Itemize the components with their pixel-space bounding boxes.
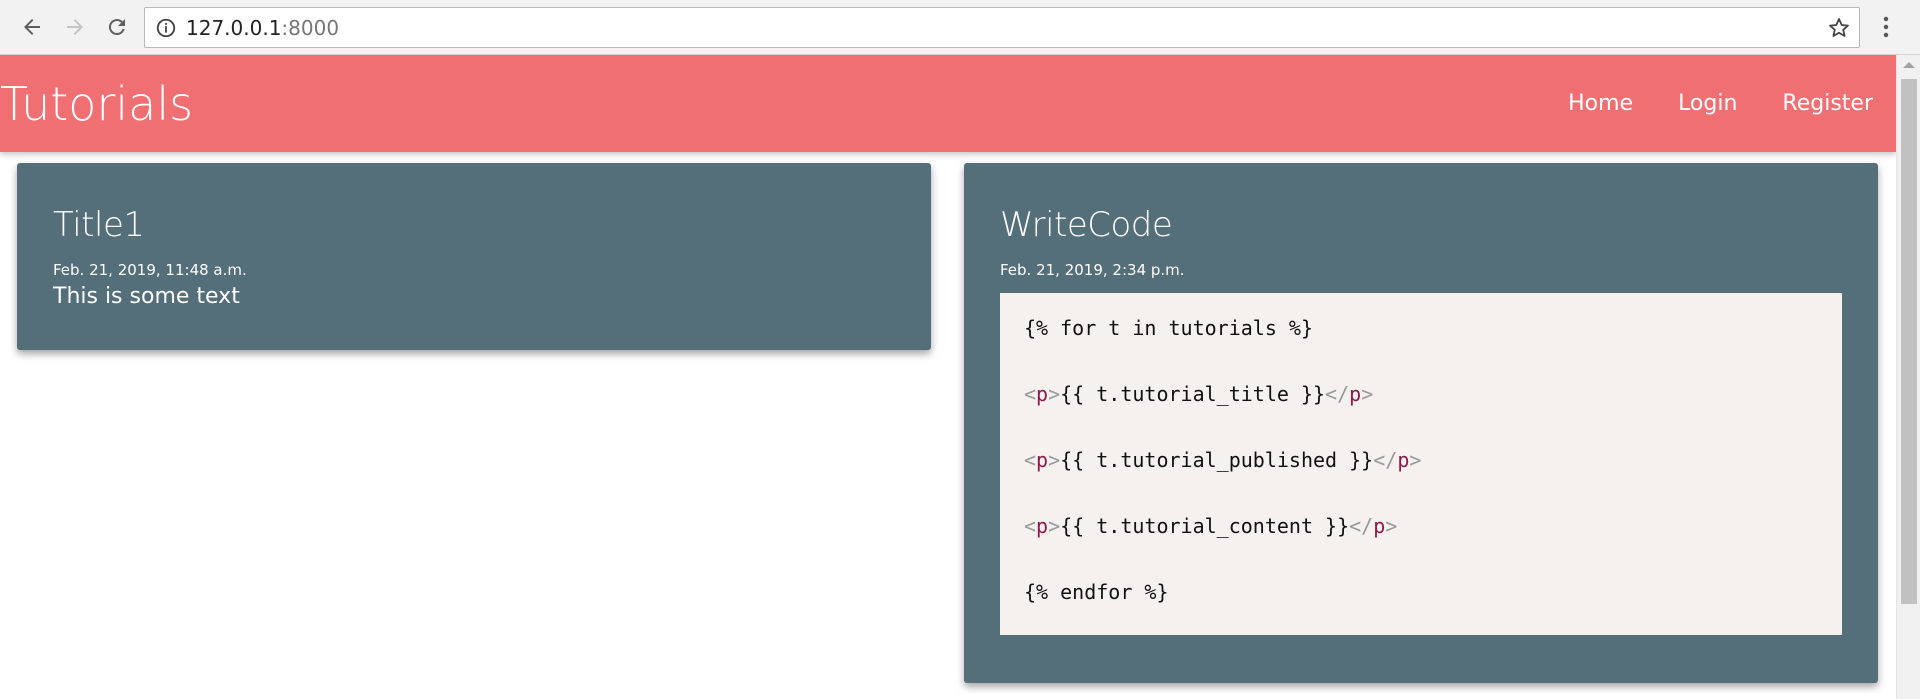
code-line: {% for t in tutorials %} (1024, 316, 1818, 382)
back-arrow-icon (24, 19, 40, 35)
menu-icon[interactable] (1874, 13, 1898, 41)
tag-bracket: < (1024, 382, 1037, 406)
forward-arrow-icon (67, 19, 83, 35)
tag-bracket: < (1024, 448, 1037, 472)
code-text: {{ t.tutorial_content }} (1060, 514, 1350, 538)
tutorial-card: WriteCode Feb. 21, 2019, 2:34 p.m. {% fo… (964, 163, 1878, 683)
tag-name: p (1349, 382, 1362, 406)
card-date: Feb. 21, 2019, 2:34 p.m. (1000, 261, 1185, 279)
card-date: Feb. 21, 2019, 11:48 a.m. (53, 261, 247, 279)
card-text: This is some text (53, 284, 240, 309)
tag-name: p (1036, 514, 1049, 538)
star-icon[interactable] (1827, 16, 1851, 40)
tutorial-card: Title1 Feb. 21, 2019, 11:48 a.m. This is… (17, 163, 931, 350)
page-content: Tutorials Home Login Register Title1 Feb… (0, 55, 1896, 699)
code-line: {% endfor %} (1024, 580, 1818, 646)
address-bar[interactable]: 127.0.0.1:8000 (144, 7, 1860, 48)
tag-bracket: > (1048, 448, 1061, 472)
forward-button[interactable] (59, 11, 91, 43)
code-block: {% for t in tutorials %} <p>{{ t.tutoria… (1000, 293, 1842, 635)
code-text: {% endfor %} (1024, 580, 1169, 604)
tag-bracket: </ (1373, 448, 1398, 472)
site-brand[interactable]: Tutorials (0, 79, 193, 129)
tag-name: p (1036, 382, 1049, 406)
tag-bracket: </ (1325, 382, 1350, 406)
card-title: WriteCode (1000, 205, 1173, 245)
nav-link-home[interactable]: Home (1568, 91, 1633, 116)
code-text: {{ t.tutorial_published }} (1060, 448, 1374, 472)
scroll-thumb[interactable] (1901, 79, 1917, 604)
tag-bracket: > (1048, 382, 1061, 406)
nav-links: Home Login Register (1568, 91, 1873, 116)
code-line: <p>{{ t.tutorial_title }}</p> (1024, 382, 1818, 448)
info-icon[interactable] (155, 17, 177, 39)
tag-name: p (1036, 448, 1049, 472)
code-text: {% for t in tutorials %} (1024, 316, 1313, 340)
tag-name: p (1397, 448, 1410, 472)
code-text: {{ t.tutorial_title }} (1060, 382, 1326, 406)
nav-link-login[interactable]: Login (1678, 91, 1737, 116)
url-host: 127.0.0.1 (186, 16, 282, 40)
scroll-up-arrow-icon[interactable] (1903, 62, 1915, 68)
nav-link-register[interactable]: Register (1782, 91, 1873, 116)
url-text: 127.0.0.1:8000 (186, 17, 339, 39)
back-button[interactable] (16, 11, 48, 43)
site-navbar: Tutorials Home Login Register (0, 55, 1896, 152)
browser-toolbar: 127.0.0.1:8000 (0, 0, 1920, 55)
tag-bracket: > (1361, 382, 1374, 406)
tag-bracket: > (1409, 448, 1422, 472)
card-title: Title1 (53, 205, 145, 245)
page-scrollbar[interactable] (1896, 55, 1920, 699)
tag-name: p (1373, 514, 1386, 538)
tag-bracket: < (1024, 514, 1037, 538)
tag-bracket: > (1385, 514, 1398, 538)
tag-bracket: > (1048, 514, 1061, 538)
url-port: :8000 (281, 16, 340, 40)
reload-button[interactable] (101, 11, 133, 43)
reload-icon (108, 19, 125, 36)
code-line: <p>{{ t.tutorial_published }}</p> (1024, 448, 1818, 514)
tag-bracket: </ (1349, 514, 1374, 538)
code-line: <p>{{ t.tutorial_content }}</p> (1024, 514, 1818, 580)
